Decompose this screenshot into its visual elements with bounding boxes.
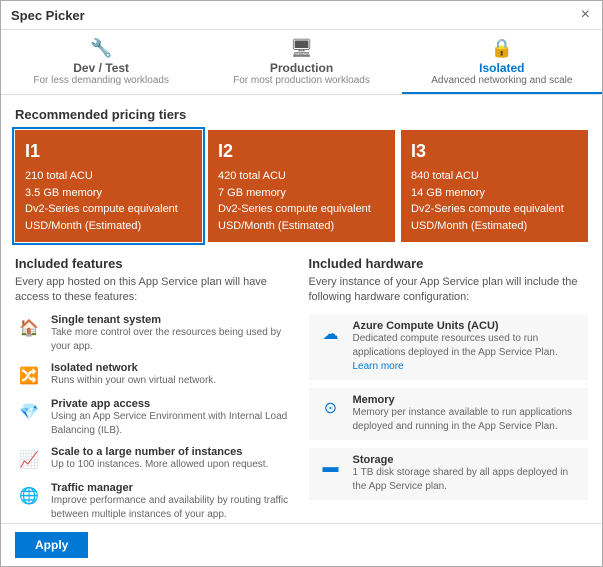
learn-more-link[interactable]: Learn more bbox=[353, 361, 404, 372]
feature-4-desc: Improve performance and availability by … bbox=[51, 494, 295, 522]
features-description: Every app hosted on this App Service pla… bbox=[15, 275, 295, 306]
private-app-icon: 💎 bbox=[15, 398, 43, 426]
tab-isolated-label: Isolated bbox=[479, 61, 524, 75]
tabs-container: 🔧 Dev / Test For less demanding workload… bbox=[1, 30, 602, 95]
tier-card-I3[interactable]: I3 840 total ACU 14 GB memory Dv2-Series… bbox=[401, 130, 588, 242]
tier-card-I1[interactable]: I1 210 total ACU 3.5 GB memory Dv2-Serie… bbox=[15, 130, 202, 242]
traffic-manager-icon: 🌐 bbox=[15, 482, 43, 510]
tier-I1-line4: USD/Month (Estimated) bbox=[25, 218, 192, 235]
tier-I1-line3: Dv2-Series compute equivalent bbox=[25, 201, 192, 218]
hw-2-desc: 1 TB disk storage shared by all apps dep… bbox=[353, 466, 581, 494]
hardware-title: Included hardware bbox=[309, 256, 589, 271]
feature-2-desc: Using an App Service Environment with In… bbox=[51, 410, 295, 438]
feature-2-name: Private app access bbox=[51, 398, 295, 410]
scale-icon: 📈 bbox=[15, 446, 43, 474]
feature-1-name: Isolated network bbox=[51, 362, 216, 374]
tab-production-label: Production bbox=[270, 61, 333, 75]
storage-icon: ▬ bbox=[317, 454, 345, 482]
tier-card-I2[interactable]: I2 420 total ACU 7 GB memory Dv2-Series … bbox=[208, 130, 395, 242]
tier-I2-line3: Dv2-Series compute equivalent bbox=[218, 201, 385, 218]
tab-production-sublabel: For most production workloads bbox=[233, 75, 370, 86]
tab-isolated-sublabel: Advanced networking and scale bbox=[431, 75, 572, 86]
feature-3-desc: Up to 100 instances. More allowed upon r… bbox=[51, 458, 268, 472]
production-icon: 🖥 bbox=[290, 38, 313, 59]
feature-0-name: Single tenant system bbox=[51, 314, 295, 326]
isolated-network-icon: 🔀 bbox=[15, 362, 43, 390]
hw-0-desc: Dedicated compute resources used to run … bbox=[353, 332, 581, 374]
tier-I2-line2: 7 GB memory bbox=[218, 185, 385, 202]
hardware-description: Every instance of your App Service plan … bbox=[309, 275, 589, 306]
tab-dev-test[interactable]: 🔧 Dev / Test For less demanding workload… bbox=[1, 30, 201, 94]
hw-item-1: ⊙ Memory Memory per instance available t… bbox=[309, 388, 589, 440]
tier-I2-line4: USD/Month (Estimated) bbox=[218, 218, 385, 235]
main-content: Recommended pricing tiers I1 210 total A… bbox=[1, 95, 602, 523]
dev-test-icon: 🔧 bbox=[90, 38, 112, 59]
feature-4-name: Traffic manager bbox=[51, 482, 295, 494]
acu-icon: ☁ bbox=[317, 320, 345, 348]
spec-picker-window: Spec Picker × 🔧 Dev / Test For less dema… bbox=[0, 0, 603, 567]
included-hardware-col: Included hardware Every instance of your… bbox=[309, 256, 589, 523]
tier-I1-line1: 210 total ACU bbox=[25, 168, 192, 185]
tier-I2-badge: I2 bbox=[218, 138, 385, 165]
feature-item-2: 💎 Private app access Using an App Servic… bbox=[15, 398, 295, 438]
tier-I3-badge: I3 bbox=[411, 138, 578, 165]
tab-dev-test-sublabel: For less demanding workloads bbox=[33, 75, 169, 86]
footer: Apply bbox=[1, 523, 602, 566]
single-tenant-icon: 🏠 bbox=[15, 314, 43, 342]
window-title: Spec Picker bbox=[11, 8, 85, 23]
included-features-col: Included features Every app hosted on th… bbox=[15, 256, 295, 523]
hw-1-desc: Memory per instance available to run app… bbox=[353, 406, 581, 434]
tab-isolated[interactable]: 🔒 Isolated Advanced networking and scale bbox=[402, 30, 602, 94]
feature-item-4: 🌐 Traffic manager Improve performance an… bbox=[15, 482, 295, 522]
tier-I3-line4: USD/Month (Estimated) bbox=[411, 218, 578, 235]
tier-I2-line1: 420 total ACU bbox=[218, 168, 385, 185]
two-col-section: Included features Every app hosted on th… bbox=[15, 256, 588, 523]
recommended-section-title: Recommended pricing tiers bbox=[15, 107, 588, 122]
feature-0-desc: Take more control over the resources bei… bbox=[51, 326, 295, 354]
isolated-icon: 🔒 bbox=[491, 38, 513, 59]
tab-production[interactable]: 🖥 Production For most production workloa… bbox=[201, 30, 401, 94]
tier-I3-line3: Dv2-Series compute equivalent bbox=[411, 201, 578, 218]
title-bar: Spec Picker × bbox=[1, 1, 602, 30]
tier-I3-line1: 840 total ACU bbox=[411, 168, 578, 185]
tier-I1-line2: 3.5 GB memory bbox=[25, 185, 192, 202]
feature-item-1: 🔀 Isolated network Runs within your own … bbox=[15, 362, 295, 390]
close-button[interactable]: × bbox=[579, 7, 592, 23]
feature-1-desc: Runs within your own virtual network. bbox=[51, 374, 216, 388]
tab-dev-test-label: Dev / Test bbox=[73, 61, 129, 75]
tier-I1-badge: I1 bbox=[25, 138, 192, 165]
pricing-tiers: I1 210 total ACU 3.5 GB memory Dv2-Serie… bbox=[15, 130, 588, 242]
tier-I3-line2: 14 GB memory bbox=[411, 185, 578, 202]
feature-item-3: 📈 Scale to a large number of instances U… bbox=[15, 446, 295, 474]
features-title: Included features bbox=[15, 256, 295, 271]
hw-0-name: Azure Compute Units (ACU) bbox=[353, 320, 581, 332]
hw-2-name: Storage bbox=[353, 454, 581, 466]
hw-item-0: ☁ Azure Compute Units (ACU) Dedicated co… bbox=[309, 314, 589, 380]
feature-item-0: 🏠 Single tenant system Take more control… bbox=[15, 314, 295, 354]
apply-button[interactable]: Apply bbox=[15, 532, 88, 558]
feature-3-name: Scale to a large number of instances bbox=[51, 446, 268, 458]
memory-icon: ⊙ bbox=[317, 394, 345, 422]
hw-item-2: ▬ Storage 1 TB disk storage shared by al… bbox=[309, 448, 589, 500]
hw-1-name: Memory bbox=[353, 394, 581, 406]
